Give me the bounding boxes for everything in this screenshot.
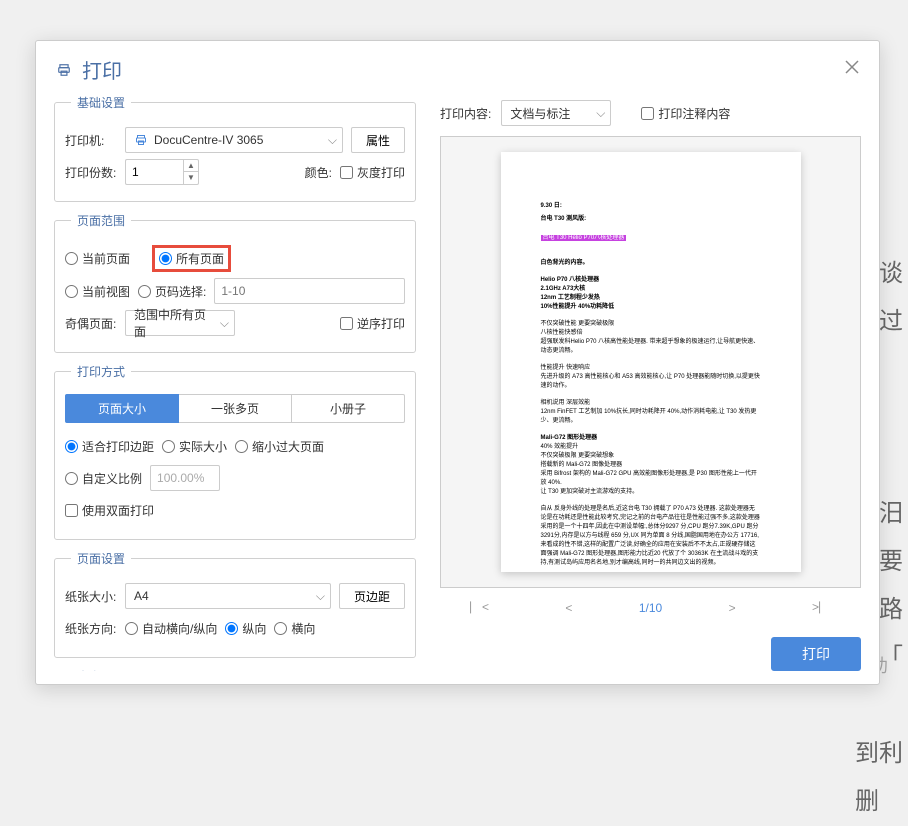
next-page-button[interactable]: > bbox=[719, 597, 746, 619]
portrait-radio[interactable]: 纵向 bbox=[225, 620, 266, 637]
printer-label: 打印机: bbox=[65, 132, 117, 149]
all-pages-radio[interactable]: 所有页面 bbox=[159, 250, 224, 267]
last-page-button[interactable]: >⎸ bbox=[802, 596, 841, 619]
print-comments-checkbox-label[interactable]: 打印注释内容 bbox=[641, 105, 730, 122]
duplex-checkbox[interactable] bbox=[65, 504, 78, 517]
print-content-label: 打印内容: bbox=[440, 105, 491, 122]
current-page-radio[interactable]: 当前页面 bbox=[65, 250, 130, 267]
page-select-radio[interactable]: 页码选择: bbox=[138, 283, 206, 300]
page-setup-group: 页面设置 纸张大小: A4 ⌵ 页边距 纸张方向: 自动横向/纵向 纵向 横向 bbox=[54, 550, 416, 658]
custom-scale-radio[interactable]: 自定义比例 bbox=[65, 470, 142, 487]
printer-select[interactable]: DocuCentre-IV 3065 ⌵ bbox=[125, 127, 343, 153]
paper-size-select[interactable]: A4 ⌵ bbox=[125, 583, 331, 609]
close-button[interactable] bbox=[845, 60, 859, 79]
page-setup-legend: 页面设置 bbox=[71, 550, 131, 567]
copies-label: 打印份数: bbox=[65, 164, 117, 181]
grayscale-checkbox[interactable] bbox=[340, 166, 353, 179]
margin-button[interactable]: 页边距 bbox=[339, 583, 405, 609]
print-button[interactable]: 打印 bbox=[771, 637, 861, 671]
dialog-title: 打印 bbox=[82, 55, 122, 84]
tab-multiple[interactable]: 一张多页 bbox=[179, 394, 292, 423]
title-bar: 打印 bbox=[36, 41, 879, 94]
prev-page-button[interactable]: < bbox=[555, 597, 582, 619]
odd-even-select[interactable]: 范围中所有页面 ⌵ bbox=[125, 310, 235, 336]
preview-panel: 打印内容: 文档与标注 ⌵ 打印注释内容 9.30 日: 台电 T30 测风版:… bbox=[440, 94, 861, 671]
color-label: 颜色: bbox=[305, 164, 332, 181]
method-legend: 打印方式 bbox=[71, 363, 131, 380]
page-range-group: 页面范围 当前页面 所有页面 当前视图 页码选择: 奇偶页面: 范围中所 bbox=[54, 212, 416, 353]
spin-down[interactable]: ▼ bbox=[184, 172, 198, 184]
copies-spinner[interactable]: ▲▼ bbox=[125, 159, 199, 185]
spin-up[interactable]: ▲ bbox=[184, 160, 198, 172]
grayscale-checkbox-label[interactable]: 灰度打印 bbox=[340, 164, 405, 181]
printer-value: DocuCentre-IV 3065 bbox=[154, 133, 263, 147]
scale-input[interactable] bbox=[150, 465, 220, 491]
printer-small-icon bbox=[134, 134, 148, 146]
current-view-radio[interactable]: 当前视图 bbox=[65, 283, 130, 300]
actual-size-radio[interactable]: 实际大小 bbox=[162, 438, 227, 455]
reverse-checkbox[interactable] bbox=[340, 317, 353, 330]
content-settings-group: 内容设置 bbox=[54, 668, 416, 671]
highlight-all-pages: 所有页面 bbox=[152, 245, 231, 272]
odd-even-label: 奇偶页面: bbox=[65, 315, 117, 332]
page-range-input[interactable] bbox=[214, 278, 405, 304]
reverse-checkbox-label[interactable]: 逆序打印 bbox=[340, 315, 405, 332]
first-page-button[interactable]: ⎸< bbox=[460, 596, 499, 619]
preview-area: 9.30 日: 台电 T30 测风版: 台电 T30 Helio P70八核处理… bbox=[440, 136, 861, 588]
print-method-group: 打印方式 页面大小 一张多页 小册子 适合打印边距 实际大小 缩小过大页面 自定… bbox=[54, 363, 416, 540]
close-icon bbox=[845, 60, 859, 74]
copies-input[interactable] bbox=[125, 159, 183, 185]
duplex-checkbox-label[interactable]: 使用双面打印 bbox=[65, 502, 154, 519]
range-legend: 页面范围 bbox=[71, 212, 131, 229]
print-comments-checkbox[interactable] bbox=[641, 107, 654, 120]
orientation-label: 纸张方向: bbox=[65, 620, 117, 637]
paper-size-label: 纸张大小: bbox=[65, 588, 117, 605]
basic-legend: 基础设置 bbox=[71, 94, 131, 111]
tab-booklet[interactable]: 小册子 bbox=[292, 394, 405, 423]
shrink-large-radio[interactable]: 缩小过大页面 bbox=[235, 438, 324, 455]
print-content-select[interactable]: 文档与标注 ⌵ bbox=[501, 100, 611, 126]
printer-icon bbox=[56, 63, 72, 77]
page-navigation: ⎸< < 1/10 > >⎸ bbox=[440, 588, 861, 627]
fit-margin-radio[interactable]: 适合打印边距 bbox=[65, 438, 154, 455]
content-legend: 内容设置 bbox=[71, 668, 131, 671]
page-indicator: 1/10 bbox=[639, 601, 662, 615]
print-dialog: 打印 基础设置 打印机: DocuCentre-IV 3065 ⌵ bbox=[35, 40, 880, 685]
basic-settings-group: 基础设置 打印机: DocuCentre-IV 3065 ⌵ 属性 打印份数: bbox=[54, 94, 416, 202]
properties-button[interactable]: 属性 bbox=[351, 127, 405, 153]
settings-panel: 基础设置 打印机: DocuCentre-IV 3065 ⌵ 属性 打印份数: bbox=[54, 94, 422, 671]
preview-page: 9.30 日: 台电 T30 测风版: 台电 T30 Helio P70八核处理… bbox=[501, 152, 801, 572]
auto-orient-radio[interactable]: 自动横向/纵向 bbox=[125, 620, 217, 637]
landscape-radio[interactable]: 横向 bbox=[274, 620, 315, 637]
tab-page-size[interactable]: 页面大小 bbox=[65, 394, 179, 423]
